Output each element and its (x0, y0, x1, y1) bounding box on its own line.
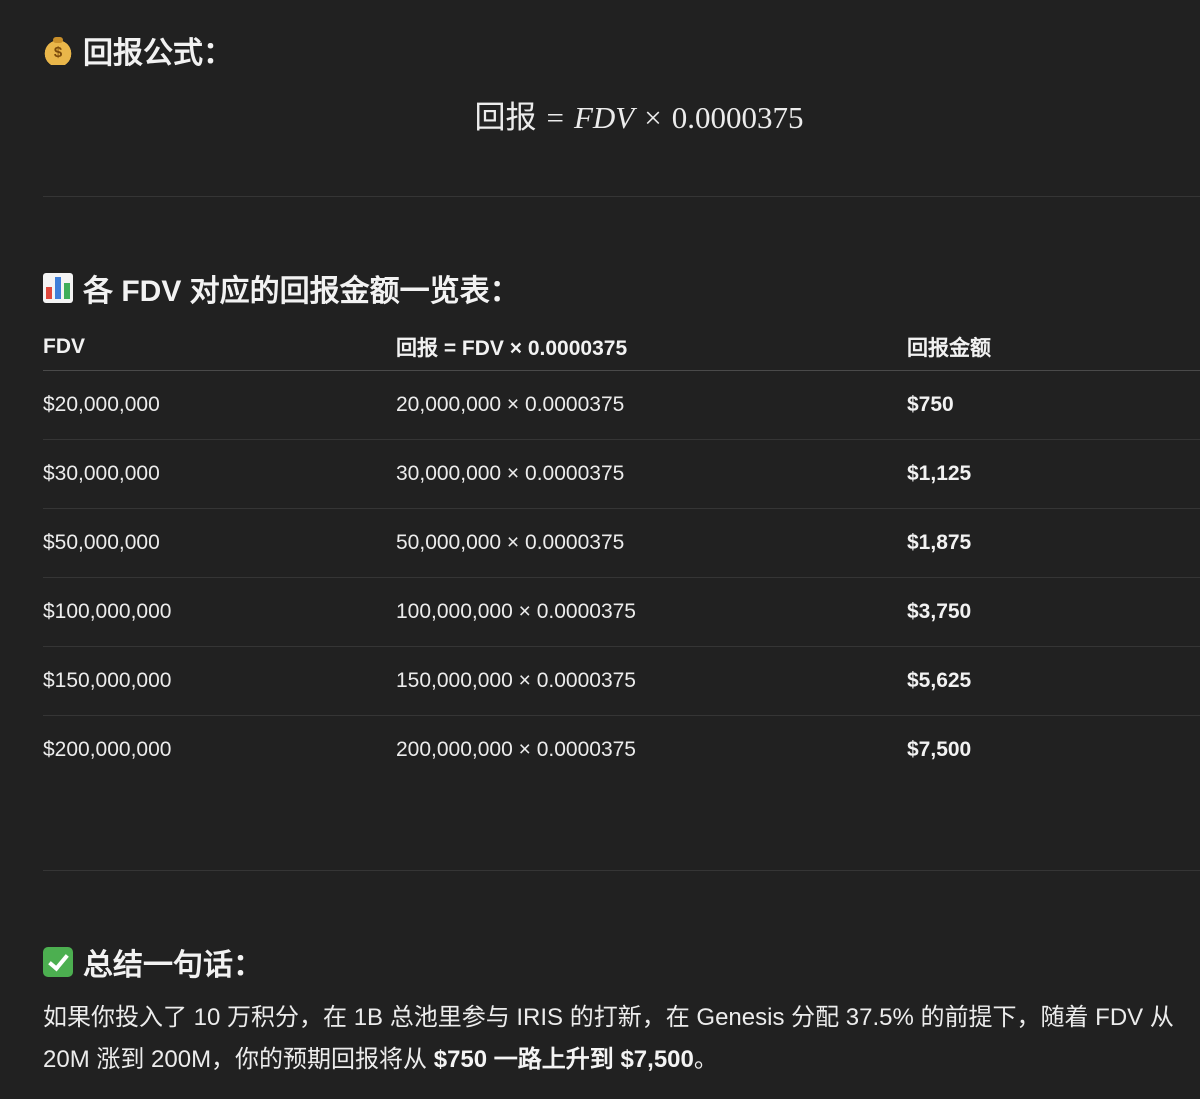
divider (43, 196, 1200, 197)
cell-amount: $7,500 (907, 738, 972, 761)
document: 回报公式： 回报 = FDV × 0.0000375 各 FDV 对应的回报金额一览表：… (43, 0, 1200, 1099)
cell-formula: 20,000,000 × 0.0000375 (396, 370, 907, 440)
column-header-formula: 回报 = FDV × 0.0000375 (396, 324, 907, 371)
formula-equals: = (546, 100, 564, 135)
cell-fdv: $50,000,000 (43, 508, 396, 578)
table-heading: 各 FDV 对应的回报金额一览表： (43, 266, 520, 310)
formula-variable: FDV (573, 100, 635, 135)
cell-amount: $1,875 (907, 508, 1200, 578)
column-header-fdv: FDV (43, 324, 396, 371)
fdv-return-table: FDV 回报 = FDV × 0.0000375 回报金额 $20,000,00… (43, 324, 1200, 784)
formula-factor: 0.0000375 (671, 100, 804, 135)
summary-paragraph: 如果你投入了 10 万积分，在 1B 总池里参与 IRIS 的打新，在 Gene… (43, 997, 1200, 1081)
table-header-row: FDV 回报 = FDV × 0.0000375 回报金额 (43, 324, 1200, 371)
table-row: $20,000,000 20,000,000 × 0.0000375 $750 (43, 370, 1200, 440)
check-mark-icon (43, 947, 73, 977)
summary-highlight: $750 一路上升到 $7,500 (433, 1046, 694, 1073)
formula-heading: 回报公式： (43, 28, 233, 72)
cell-fdv: $30,000,000 (43, 439, 396, 509)
cell-formula: 100,000,000 × 0.0000375 (396, 577, 907, 647)
cell-fdv: $20,000,000 (43, 370, 396, 440)
formula-lhs: 回报 (474, 100, 537, 136)
divider (43, 870, 1200, 871)
summary-line-2: 20M 涨到 200M，你的预期回报将从 $750 一路上升到 $7,500。 (43, 1039, 1200, 1081)
cell-amount: $3,750 (907, 577, 1200, 647)
formula-times: × (644, 100, 662, 135)
table-row: $200,000,000 200,000,000 × 0.0000375 $7,… (43, 716, 1200, 785)
table-row: $50,000,000 50,000,000 × 0.0000375 $1,87… (43, 508, 1200, 578)
summary-text: 20M 涨到 200M，你的预期回报将从 (43, 1046, 434, 1073)
cell-formula: 200,000,000 × 0.0000375 (396, 738, 636, 761)
column-header-amount: 回报金额 (907, 324, 1200, 371)
table-heading-text: 各 FDV 对应的回报金额一览表： (83, 275, 520, 308)
cell-formula: 50,000,000 × 0.0000375 (396, 508, 907, 578)
summary-heading: 总结一句话： (43, 940, 263, 984)
summary-text-end: 。 (693, 1046, 718, 1073)
cell-amount: $5,625 (907, 646, 1200, 716)
table-row: $30,000,000 30,000,000 × 0.0000375 $1,12… (43, 439, 1200, 509)
cell-amount: $1,125 (907, 439, 1200, 509)
formula-display: 回报 = FDV × 0.0000375 (43, 92, 1200, 137)
formula-heading-text: 回报公式： (83, 37, 233, 70)
summary-line-1: 如果你投入了 10 万积分，在 1B 总池里参与 IRIS 的打新，在 Gene… (43, 1004, 1174, 1031)
cell-fdv: $150,000,000 (43, 646, 396, 716)
cell-amount: $750 (907, 370, 1200, 440)
cell-fdv: $100,000,000 (43, 577, 396, 647)
cell-formula: 30,000,000 × 0.0000375 (396, 439, 907, 509)
cell-formula: 150,000,000 × 0.0000375 (396, 646, 907, 716)
table-row: $150,000,000 150,000,000 × 0.0000375 $5,… (43, 646, 1200, 716)
summary-heading-text: 总结一句话： (83, 949, 263, 982)
money-bag-icon (43, 35, 73, 65)
table-row: $100,000,000 100,000,000 × 0.0000375 $3,… (43, 577, 1200, 647)
bar-chart-icon (43, 273, 73, 303)
cell-fdv: $200,000,000 (43, 738, 172, 761)
